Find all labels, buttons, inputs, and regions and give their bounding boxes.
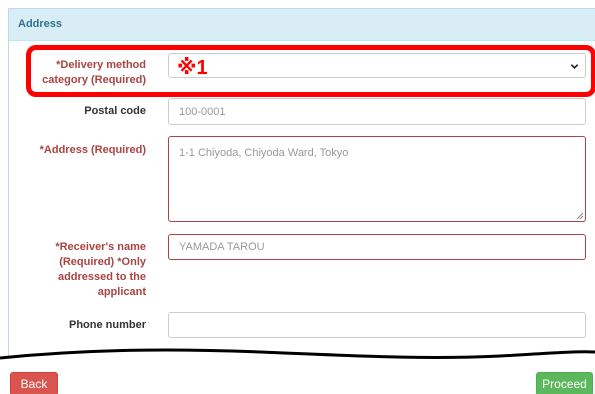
postal-code-label: Postal code <box>84 105 146 117</box>
address-label: *Address (Required) <box>39 144 146 156</box>
panel-heading: Address <box>9 9 595 41</box>
panel-title: Address <box>18 18 63 30</box>
phone-number-label: Phone number <box>68 319 146 331</box>
receiver-name-label: *Receiver's name (Required) *Only addres… <box>55 241 146 298</box>
address-placeholder: 1-1 Chiyoda, Chiyoda Ward, Tokyo <box>179 147 349 159</box>
back-button[interactable]: Back <box>10 372 58 394</box>
phone-number-input[interactable] <box>168 312 586 338</box>
resize-grip-icon[interactable] <box>576 212 584 220</box>
proceed-button[interactable]: Proceed <box>536 372 593 394</box>
address-textarea[interactable]: 1-1 Chiyoda, Chiyoda Ward, Tokyo <box>168 136 586 222</box>
page-break-divider <box>0 348 595 368</box>
postal-code-input[interactable]: 100-0001 <box>168 98 586 125</box>
postal-code-placeholder: 100-0001 <box>179 105 226 118</box>
annotation-highlight-box <box>26 45 595 97</box>
receiver-name-placeholder: YAMADA TAROU <box>179 241 265 253</box>
receiver-name-input[interactable]: YAMADA TAROU <box>168 234 586 260</box>
